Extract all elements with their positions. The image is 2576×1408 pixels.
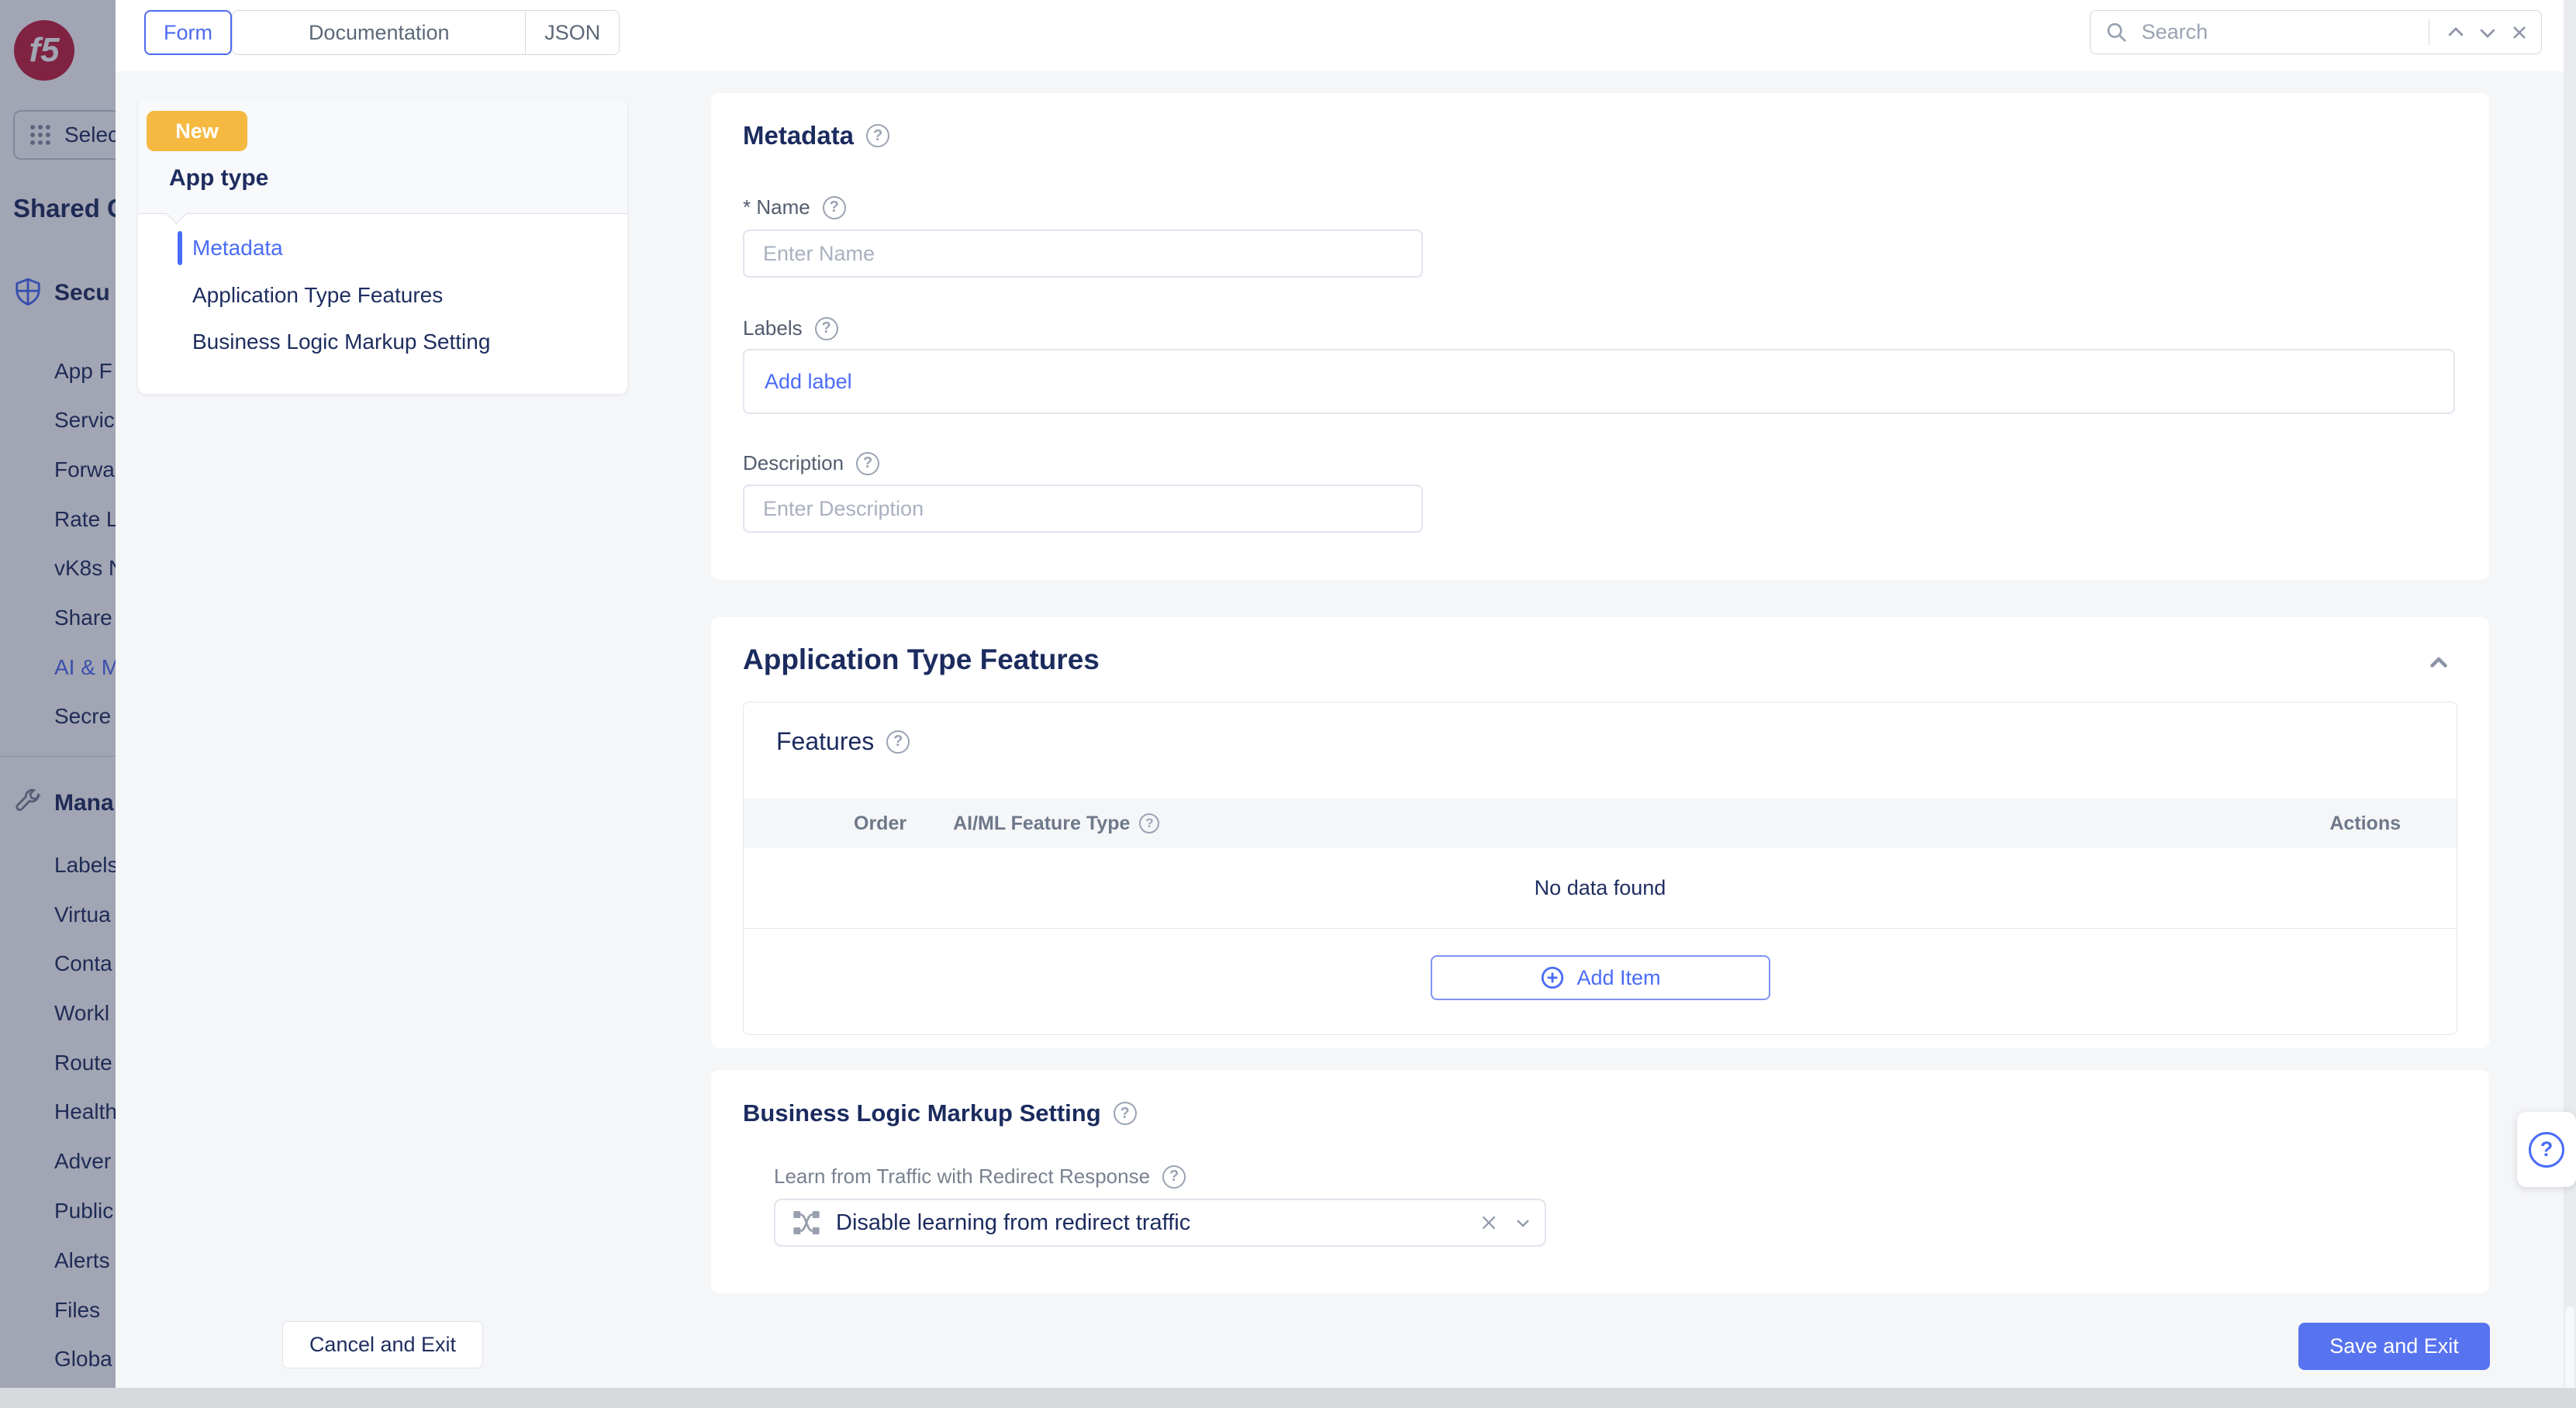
tab-json-label: JSON	[544, 21, 600, 45]
no-data-text: No data found	[1535, 876, 1666, 900]
create-app-type-modal: Form Documentation JSON	[116, 0, 2564, 1388]
dropdown-toggle-button[interactable]	[1506, 1206, 1540, 1240]
step-metadata[interactable]: Metadata	[192, 231, 283, 265]
vertical-scrollbar-thumb[interactable]	[2565, 1306, 2574, 1392]
close-icon	[2509, 22, 2530, 43]
metadata-title-row: Metadata ?	[743, 121, 889, 150]
features-table-header: Order AI/ML Feature Type ? Actions	[744, 799, 2457, 848]
metadata-card: Metadata ? * Name ? Labels ? Add label D…	[711, 93, 2489, 580]
column-feature-type: AI/ML Feature Type ?	[953, 813, 1159, 835]
search-close-button[interactable]	[2503, 16, 2535, 50]
column-feature-type-label: AI/ML Feature Type	[953, 813, 1130, 835]
help-circle-icon: ?	[2529, 1132, 2564, 1168]
app-root: f5 Selec Shared C Secu App F Servic Forw…	[0, 0, 2576, 1408]
learn-traffic-label-row: Learn from Traffic with Redirect Respons…	[774, 1165, 1186, 1189]
chevron-up-icon	[2444, 21, 2467, 44]
description-label-row: Description ?	[743, 451, 879, 475]
step-application-type-features[interactable]: Application Type Features	[192, 278, 443, 312]
labels-help-icon[interactable]: ?	[815, 317, 838, 340]
caret-up-icon	[2426, 650, 2452, 676]
plus-circle-icon	[1539, 965, 1566, 991]
labels-label-row: Labels ?	[743, 316, 838, 340]
add-item-button[interactable]: Add Item	[1431, 955, 1770, 1000]
save-and-exit-button[interactable]: Save and Exit	[2298, 1323, 2490, 1370]
horizontal-scrollbar[interactable]	[0, 1388, 2576, 1408]
business-logic-title-row: Business Logic Markup Setting ?	[743, 1099, 1137, 1127]
name-label-row: * Name ?	[743, 195, 846, 219]
metadata-help-icon[interactable]: ?	[866, 124, 889, 147]
save-and-exit-label: Save and Exit	[2329, 1334, 2459, 1358]
description-input[interactable]	[743, 485, 1423, 533]
step-business-logic-markup-setting[interactable]: Business Logic Markup Setting	[192, 325, 490, 359]
modal-topbar: Form Documentation JSON	[116, 0, 2564, 71]
name-input[interactable]	[743, 229, 1423, 278]
chevron-down-icon	[2476, 21, 2499, 44]
add-item-label: Add Item	[1576, 966, 1660, 990]
tab-form-label: Form	[164, 21, 212, 45]
tab-group: Documentation JSON	[232, 10, 620, 55]
tab-json[interactable]: JSON	[525, 11, 619, 54]
workflow-icon	[791, 1207, 822, 1238]
search-prev-button[interactable]	[2440, 16, 2471, 50]
application-type-features-card: Application Type Features Features ? Ord…	[711, 617, 2489, 1048]
learn-traffic-help-icon[interactable]: ?	[1162, 1165, 1186, 1189]
tab-documentation[interactable]: Documentation	[233, 11, 525, 54]
description-help-icon[interactable]: ?	[856, 452, 879, 475]
features-help-icon[interactable]: ?	[886, 730, 910, 754]
learn-traffic-value: Disable learning from redirect traffic	[836, 1210, 1472, 1236]
search-next-button[interactable]	[2471, 16, 2503, 50]
labels-label: Labels	[743, 316, 803, 340]
search-input[interactable]	[2140, 19, 2418, 45]
application-type-features-title: Application Type Features	[743, 644, 1100, 676]
feature-type-help-icon[interactable]: ?	[1139, 813, 1159, 833]
cancel-and-exit-label: Cancel and Exit	[309, 1333, 456, 1357]
empty-table-row: No data found	[744, 848, 2457, 929]
search-box	[2090, 10, 2542, 54]
tab-documentation-label: Documentation	[309, 21, 450, 45]
tab-form[interactable]: Form	[144, 10, 232, 55]
add-label-button[interactable]: Add label	[765, 370, 852, 394]
wizard-title: App type	[169, 165, 268, 192]
name-help-icon[interactable]: ?	[823, 196, 846, 219]
active-step-indicator	[178, 231, 182, 265]
help-fab-button[interactable]: ?	[2517, 1112, 2576, 1187]
new-badge: New	[147, 111, 247, 151]
column-actions: Actions	[2329, 813, 2401, 835]
wizard-nav-card: New App type Metadata Application Type F…	[138, 98, 627, 394]
learn-traffic-select[interactable]: Disable learning from redirect traffic	[774, 1199, 1546, 1247]
clear-x-icon	[1479, 1213, 1499, 1233]
learn-traffic-label: Learn from Traffic with Redirect Respons…	[774, 1165, 1150, 1189]
cancel-and-exit-button[interactable]: Cancel and Exit	[282, 1321, 483, 1368]
features-box: Features ? Order AI/ML Feature Type ? Ac…	[743, 702, 2457, 1035]
clear-selection-button[interactable]	[1472, 1206, 1506, 1240]
search-icon	[2105, 19, 2129, 46]
vertical-scrollbar[interactable]	[2564, 0, 2576, 1408]
column-order: Order	[854, 813, 906, 835]
labels-box: Add label	[743, 349, 2455, 414]
features-title: Features	[776, 727, 874, 756]
business-logic-title: Business Logic Markup Setting	[743, 1099, 1101, 1127]
business-logic-help-icon[interactable]: ?	[1114, 1102, 1137, 1125]
metadata-title: Metadata	[743, 121, 854, 150]
chevron-down-icon	[1512, 1212, 1534, 1234]
name-label: * Name	[743, 195, 810, 219]
business-logic-card: Business Logic Markup Setting ? Learn fr…	[711, 1070, 2489, 1293]
features-title-row: Features ?	[776, 727, 910, 756]
collapse-section-button[interactable]	[2426, 650, 2452, 680]
description-label: Description	[743, 451, 844, 475]
